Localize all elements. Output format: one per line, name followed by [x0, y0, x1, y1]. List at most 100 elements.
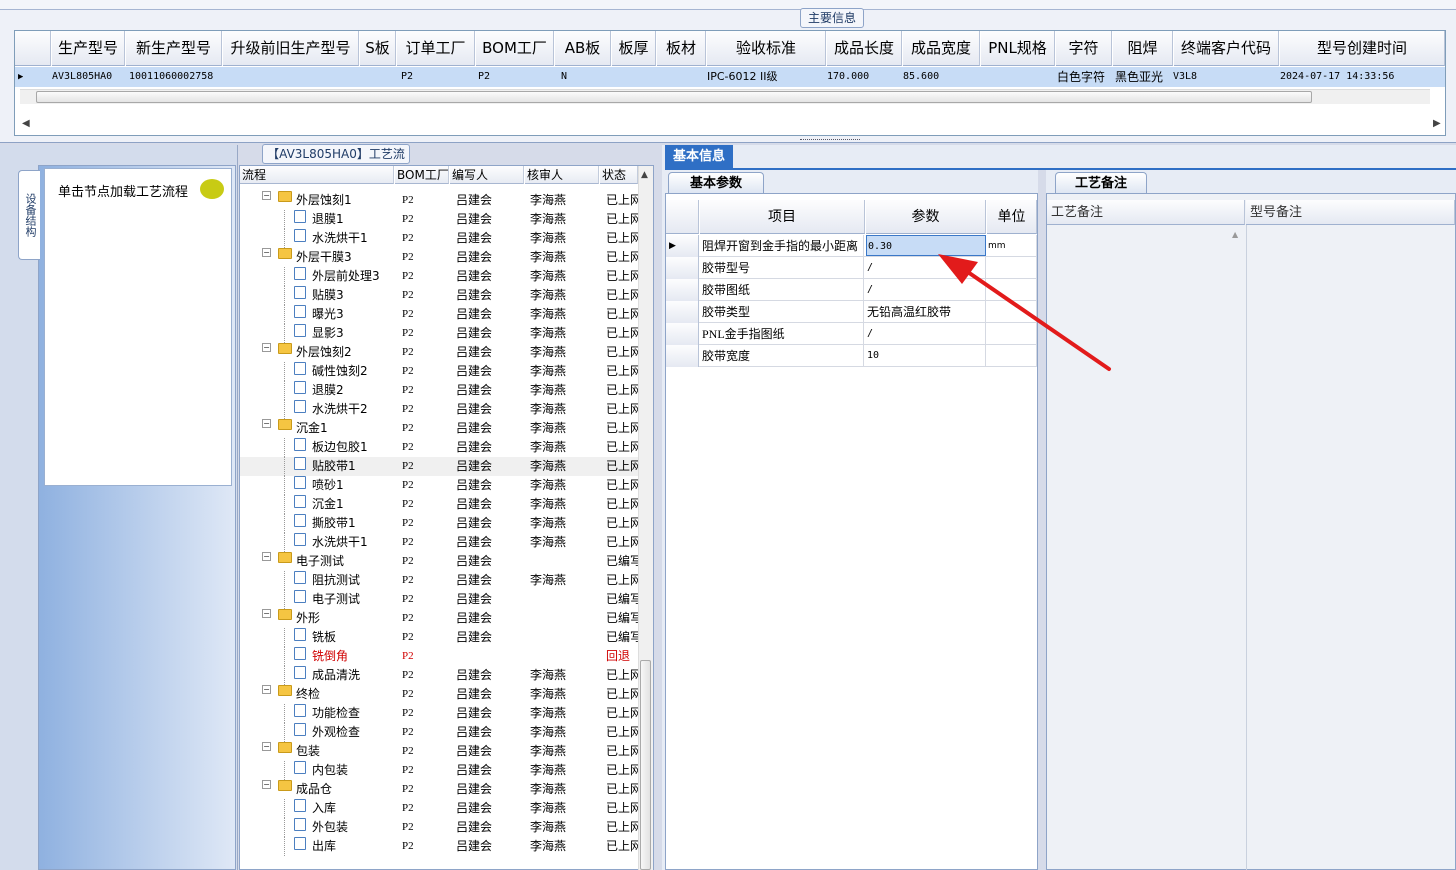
collapse-toggle-icon[interactable]: − [262, 780, 271, 789]
tree-row[interactable]: 贴胶带1 P2 吕建会 李海燕 已上网 [240, 457, 638, 476]
cell-char[interactable]: 白色字符 [1057, 67, 1105, 87]
tree-row[interactable]: 铣板 P2 吕建会 已编写 [240, 628, 638, 647]
col-header-customer[interactable]: 终端客户代码 [1174, 31, 1279, 66]
col-header-bom-factory[interactable]: BOM工厂 [476, 31, 554, 66]
cell-mask[interactable]: 黑色亚光 [1115, 67, 1163, 87]
notes-scroll-up-icon[interactable]: ▲ [1232, 230, 1238, 239]
tree-row[interactable]: 入库 P2 吕建会 李海燕 已上网 [240, 799, 638, 818]
tree-row[interactable]: − 沉金1 P2 吕建会 李海燕 已上网 [240, 419, 638, 438]
param-row[interactable]: ▶ 阻焊开窗到金手指的最小距离 0.30 mm [666, 235, 1037, 257]
col-header-unit[interactable]: 单位 [987, 200, 1037, 234]
tree-row[interactable]: 外包装 P2 吕建会 李海燕 已上网 [240, 818, 638, 837]
cell-created[interactable]: 2024-07-17 14:33:56 [1280, 67, 1394, 87]
col-header-flow[interactable]: 流程 [240, 166, 394, 184]
col-header-thickness[interactable]: 板厚 [612, 31, 656, 66]
scroll-left-icon[interactable]: ◀ [22, 118, 30, 129]
tree-row[interactable]: 阻抗测试 P2 吕建会 李海燕 已上网 [240, 571, 638, 590]
param-row[interactable]: 胶带图纸 / [666, 279, 1037, 301]
tree-row[interactable]: − 包装 P2 吕建会 李海燕 已上网 [240, 742, 638, 761]
param-row[interactable]: 胶带类型 无铅高温红胶带 [666, 301, 1037, 323]
tree-row[interactable]: − 外形 P2 吕建会 已编写 [240, 609, 638, 628]
tree-row[interactable]: 出库 P2 吕建会 李海燕 已上网 [240, 837, 638, 856]
param-value-cell[interactable]: 0.30 [866, 235, 986, 256]
collapse-toggle-icon[interactable]: − [262, 248, 271, 257]
col-header-length[interactable]: 成品长度 [827, 31, 902, 66]
tree-row[interactable]: 碱性蚀刻2 P2 吕建会 李海燕 已上网 [240, 362, 638, 381]
col-header-ab-board[interactable]: AB板 [555, 31, 611, 66]
collapse-toggle-icon[interactable]: − [262, 685, 271, 694]
cell-width[interactable]: 85.600 [903, 67, 939, 87]
tree-row[interactable]: − 外层蚀刻1 P2 吕建会 李海燕 已上网 [240, 191, 638, 210]
tree-row[interactable]: 喷砂1 P2 吕建会 李海燕 已上网 [240, 476, 638, 495]
tree-row[interactable]: 水洗烘干2 P2 吕建会 李海燕 已上网 [240, 400, 638, 419]
cell-standard[interactable]: IPC-6012 II级 [707, 67, 778, 87]
tree-scroll-thumb[interactable] [640, 660, 651, 870]
param-row[interactable]: 胶带宽度 10 [666, 345, 1037, 367]
collapse-toggle-icon[interactable]: − [262, 419, 271, 428]
cell-customer[interactable]: V3L8 [1173, 67, 1197, 87]
tree-row[interactable]: − 终检 P2 吕建会 李海燕 已上网 [240, 685, 638, 704]
tree-row[interactable]: − 成品仓 P2 吕建会 李海燕 已上网 [240, 780, 638, 799]
col-header-process-note[interactable]: 工艺备注 [1047, 200, 1245, 225]
row-selector[interactable] [666, 257, 699, 279]
tree-row[interactable]: 电子测试 P2 吕建会 已编写 [240, 590, 638, 609]
col-header-pnl[interactable]: PNL规格 [981, 31, 1055, 66]
tree-row[interactable]: 水洗烘干1 P2 吕建会 李海燕 已上网 [240, 533, 638, 552]
cell-ab[interactable]: N [561, 67, 567, 87]
col-header-bom[interactable]: BOM工厂 [395, 166, 449, 184]
col-header-material[interactable]: 板材 [657, 31, 706, 66]
splitter-grip[interactable] [800, 139, 860, 143]
collapse-toggle-icon[interactable]: − [262, 609, 271, 618]
col-header-model[interactable]: 生产型号 [52, 31, 125, 66]
main-info-title[interactable]: 主要信息 [800, 8, 864, 28]
process-flow-title[interactable]: 【AV3L805HA0】工艺流程 [262, 144, 410, 179]
param-value-cell[interactable]: / [866, 323, 986, 344]
tree-row[interactable]: 外观检查 P2 吕建会 李海燕 已上网 [240, 723, 638, 742]
scroll-right-icon[interactable]: ▶ [1433, 118, 1441, 129]
col-header-reviewer[interactable]: 核审人 [525, 166, 599, 184]
main-info-grid[interactable]: 生产型号 新生产型号 升级前旧生产型号 S板 订单工厂 BOM工厂 AB板 板厚… [14, 30, 1446, 136]
row-selector[interactable] [666, 345, 699, 367]
col-header-old-model[interactable]: 升级前旧生产型号 [223, 31, 359, 66]
cell-model[interactable]: AV3L805HA0 [52, 67, 112, 87]
row-selector[interactable] [666, 323, 699, 345]
tree-row[interactable]: 贴膜3 P2 吕建会 李海燕 已上网 [240, 286, 638, 305]
horizontal-scroll-thumb[interactable] [36, 91, 1312, 103]
cell-length[interactable]: 170.000 [827, 67, 869, 87]
col-header-writer[interactable]: 编写人 [450, 166, 524, 184]
col-header-mask[interactable]: 阻焊 [1113, 31, 1173, 66]
col-header-status[interactable]: 状态 [600, 166, 638, 184]
tab-process-notes[interactable]: 工艺备注 [1055, 172, 1147, 194]
cell-new-model[interactable]: 10011060002758 [129, 67, 213, 87]
param-value-cell[interactable]: 10 [866, 345, 986, 366]
tree-row[interactable]: 铣倒角 P2 回退 [240, 647, 638, 666]
tree-row[interactable]: 板边包胶1 P2 吕建会 李海燕 已上网 [240, 438, 638, 457]
col-header-model-note[interactable]: 型号备注 [1246, 200, 1455, 225]
row-selector[interactable] [666, 279, 699, 301]
row-selector[interactable] [666, 301, 699, 323]
collapse-toggle-icon[interactable]: − [262, 191, 271, 200]
tab-equipment-structure[interactable]: 设备结构 [18, 170, 40, 260]
col-header-item[interactable]: 项目 [700, 200, 865, 234]
cell-bom-factory[interactable]: P2 [478, 67, 490, 87]
tree-row[interactable]: 沉金1 P2 吕建会 李海燕 已上网 [240, 495, 638, 514]
tree-row[interactable]: 功能检查 P2 吕建会 李海燕 已上网 [240, 704, 638, 723]
param-row[interactable]: PNL金手指图纸 / [666, 323, 1037, 345]
col-header-width[interactable]: 成品宽度 [903, 31, 980, 66]
tree-row[interactable]: 撕胶带1 P2 吕建会 李海燕 已上网 [240, 514, 638, 533]
tree-row[interactable]: 成品清洗 P2 吕建会 李海燕 已上网 [240, 666, 638, 685]
col-header-created[interactable]: 型号创建时间 [1280, 31, 1445, 66]
tab-basic-params[interactable]: 基本参数 [668, 172, 764, 194]
tree-row[interactable]: 内包装 P2 吕建会 李海燕 已上网 [240, 761, 638, 780]
col-header-new-model[interactable]: 新生产型号 [126, 31, 222, 66]
cell-order-factory[interactable]: P2 [401, 67, 413, 87]
collapse-toggle-icon[interactable]: − [262, 552, 271, 561]
tree-row[interactable]: 外层前处理3 P2 吕建会 李海燕 已上网 [240, 267, 638, 286]
col-header-s-board[interactable]: S板 [360, 31, 396, 66]
tree-row[interactable]: 退膜2 P2 吕建会 李海燕 已上网 [240, 381, 638, 400]
scroll-up-icon[interactable]: ▲ [641, 170, 648, 180]
col-header-param[interactable]: 参数 [866, 200, 986, 234]
row-selector[interactable]: ▶ [666, 235, 699, 257]
tree-row[interactable]: 水洗烘干1 P2 吕建会 李海燕 已上网 [240, 229, 638, 248]
col-header-standard[interactable]: 验收标准 [707, 31, 826, 66]
